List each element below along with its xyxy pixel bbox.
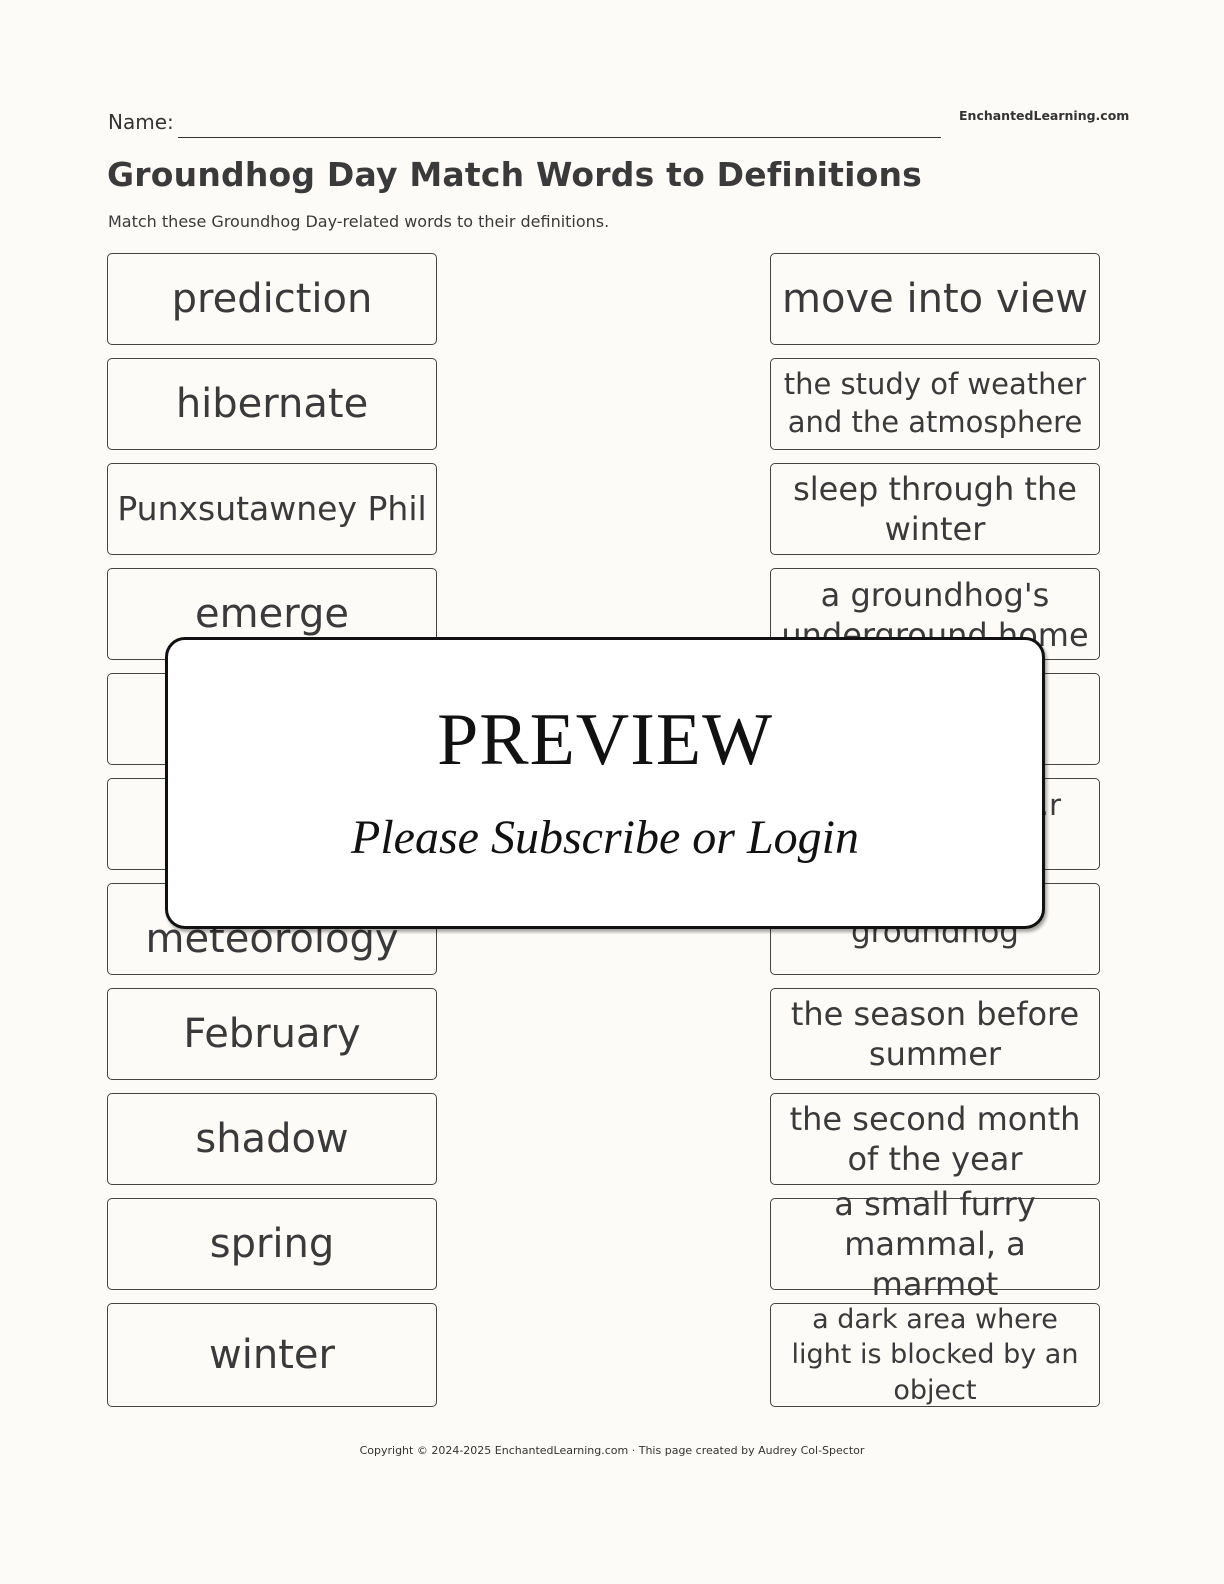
word-text: hibernate — [175, 381, 369, 427]
definition-text: move into view — [782, 276, 1088, 322]
definition-text: the study of weather and the atmosphere — [783, 367, 1087, 439]
subscribe-login-message[interactable]: Please Subscribe or Login — [168, 810, 1042, 865]
word-card: prediction — [107, 253, 437, 345]
definition-card: the study of weather and the atmosphere — [770, 358, 1100, 450]
name-input-line[interactable] — [178, 137, 941, 138]
word-text: winter — [209, 1332, 335, 1378]
definition-text: a small furry mammal, a marmot — [834, 1185, 1036, 1303]
word-text: shadow — [195, 1116, 349, 1162]
definition-text: sleep through the winter — [793, 470, 1077, 548]
word-card: Punxsutawney Phil — [107, 463, 437, 555]
word-text: spring — [209, 1221, 335, 1267]
word-card: hibernate — [107, 358, 437, 450]
word-card: February — [107, 988, 437, 1080]
definition-card: sleep through the winter — [770, 463, 1100, 555]
word-text: Punxsutawney Phil — [117, 489, 427, 529]
copyright-footer: Copyright © 2024-2025 EnchantedLearning.… — [359, 1444, 865, 1457]
worksheet-instructions: Match these Groundhog Day-related words … — [108, 212, 610, 231]
definition-card: move into view — [770, 253, 1100, 345]
word-text: emerge — [195, 591, 349, 637]
definition-text: a dark area where light is blocked by an… — [791, 1304, 1079, 1406]
definition-text: the second month of the year — [789, 1100, 1081, 1178]
definition-card: the second month of the year — [770, 1093, 1100, 1185]
word-text: prediction — [171, 276, 373, 322]
worksheet-title: Groundhog Day Match Words to Definitions — [107, 155, 922, 194]
preview-overlay[interactable]: PREVIEW Please Subscribe or Login — [165, 637, 1045, 929]
definition-text: the season before summer — [790, 995, 1080, 1073]
definition-card: a dark area where light is blocked by an… — [770, 1303, 1100, 1407]
definition-card: a small furry mammal, a marmot — [770, 1185, 1100, 1303]
name-label: Name: — [108, 110, 174, 134]
word-card: shadow — [107, 1093, 437, 1185]
definition-card: the season before summer — [770, 988, 1100, 1080]
preview-title: PREVIEW — [437, 699, 773, 781]
word-card: spring — [107, 1198, 437, 1290]
site-brand: EnchantedLearning.com — [959, 108, 1130, 123]
word-text: February — [183, 1011, 361, 1057]
word-card: winter — [107, 1303, 437, 1407]
